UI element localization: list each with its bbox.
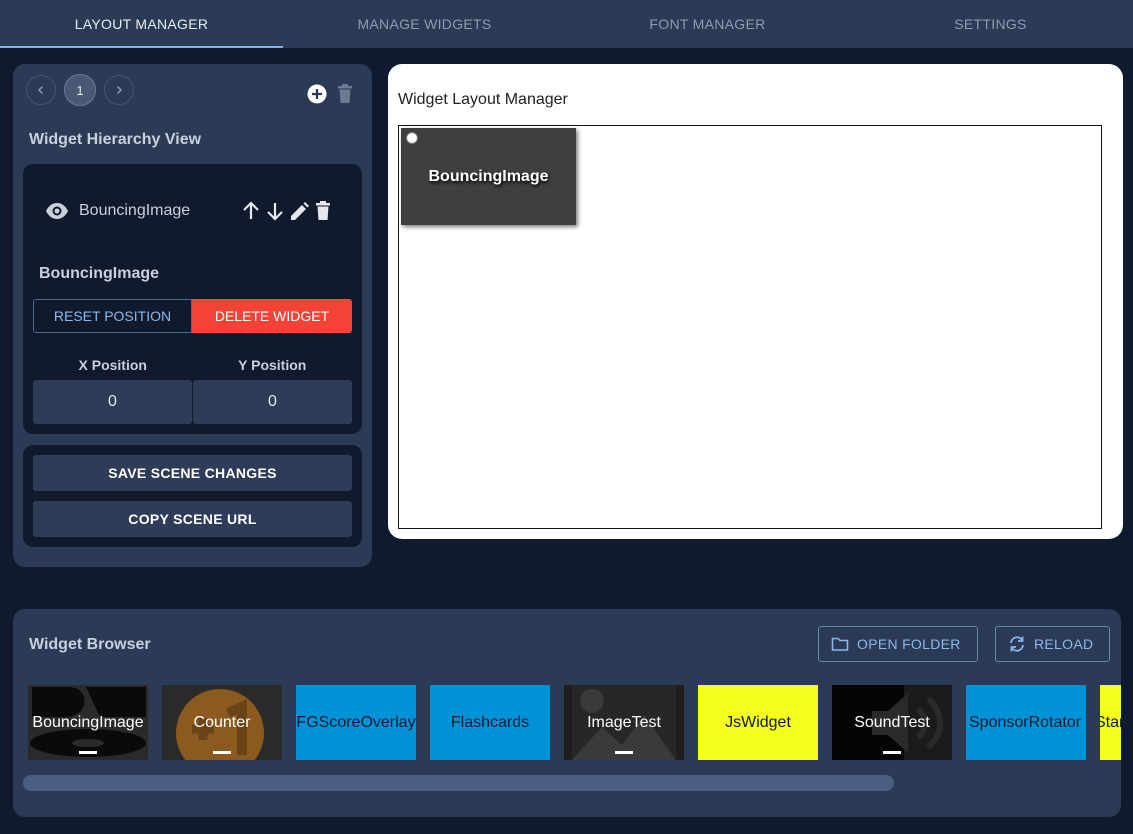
reload-label: RELOAD: [1034, 636, 1094, 652]
y-position-input[interactable]: 0: [193, 380, 352, 424]
widget-tiles: BouncingImage Counter FGScoreOverlay Fla…: [28, 685, 1121, 760]
next-page-button[interactable]: [104, 75, 134, 105]
item-actions: [241, 200, 333, 222]
browser-title: Widget Browser: [29, 636, 151, 653]
reload-icon: [1010, 636, 1024, 652]
reload-button[interactable]: RELOAD: [995, 626, 1110, 662]
arrow-down-icon[interactable]: [265, 200, 285, 222]
x-position-label: X Position: [78, 357, 147, 373]
widget-tile-sponsorrotator[interactable]: SponsorRotator: [966, 685, 1086, 760]
widget-tile-label: Standings: [1100, 713, 1121, 731]
widget-tile-label: FGScoreOverlay: [296, 713, 416, 731]
tab-bar: LAYOUT MANAGER MANAGE WIDGETS FONT MANAG…: [0, 0, 1133, 48]
hierarchy-title: Widget Hierarchy View: [29, 131, 202, 148]
tab-font-manager[interactable]: FONT MANAGER: [566, 0, 849, 48]
drag-handle[interactable]: [406, 132, 418, 144]
tab-settings[interactable]: SETTINGS: [849, 0, 1132, 48]
tile-indicator: [213, 751, 231, 754]
position-inputs: 0 0: [33, 380, 352, 424]
eye-icon[interactable]: [45, 201, 69, 221]
hierarchy-item-label: BouncingImage: [79, 202, 191, 219]
selected-widget-name: BouncingImage: [39, 265, 160, 282]
hierarchy-panel: 1 Widget Hierarchy View BouncingImage Bo…: [13, 64, 372, 567]
hierarchy-item: BouncingImage: [45, 200, 345, 222]
x-position-input[interactable]: 0: [33, 380, 192, 424]
layout-canvas[interactable]: BouncingImage: [398, 125, 1102, 529]
reset-position-button[interactable]: RESET POSITION: [33, 299, 192, 333]
delete-widget-button[interactable]: DELETE WIDGET: [192, 299, 352, 333]
page-number[interactable]: 1: [64, 74, 96, 106]
scene-pager: 1: [26, 74, 134, 106]
delete-scene-icon[interactable]: [336, 84, 354, 104]
y-position-label: Y Position: [238, 357, 307, 373]
scene-actions-card: SAVE SCENE CHANGES COPY SCENE URL: [23, 445, 362, 547]
widget-tile-label: SoundTest: [854, 713, 930, 731]
trash-icon[interactable]: [313, 200, 333, 222]
open-folder-label: OPEN FOLDER: [857, 636, 961, 652]
widget-tile-soundtest[interactable]: SoundTest: [832, 685, 952, 760]
horizontal-scrollbar[interactable]: [23, 775, 894, 791]
widget-tile-jswidget[interactable]: JsWidget: [698, 685, 818, 760]
layout-title: Widget Layout Manager: [398, 91, 568, 108]
widget-tile-bouncingimage[interactable]: BouncingImage: [28, 685, 148, 760]
layout-manager-panel: Widget Layout Manager BouncingImage: [388, 64, 1123, 539]
chevron-left-icon: [37, 85, 44, 95]
widget-tile-label: Counter: [193, 713, 251, 731]
tab-manage-widgets[interactable]: MANAGE WIDGETS: [283, 0, 566, 48]
position-labels: X Position Y Position: [33, 357, 352, 373]
widget-item-card: BouncingImage BouncingImage RESET POSITI…: [23, 164, 362, 434]
layout-widget[interactable]: BouncingImage: [401, 128, 576, 225]
layout-widget-label: BouncingImage: [428, 167, 549, 185]
widget-tile-fgscoreoverlay[interactable]: FGScoreOverlay: [296, 685, 416, 760]
tile-indicator: [615, 751, 633, 754]
widget-tile-counter[interactable]: Counter: [162, 685, 282, 760]
widget-browser: Widget Browser OPEN FOLDER RELOAD Bounci…: [13, 609, 1121, 817]
tab-layout-manager[interactable]: LAYOUT MANAGER: [0, 0, 283, 48]
save-scene-button[interactable]: SAVE SCENE CHANGES: [33, 455, 352, 491]
tile-indicator: [79, 751, 97, 754]
add-scene-icon[interactable]: [307, 84, 327, 104]
copy-scene-url-button[interactable]: COPY SCENE URL: [33, 501, 352, 537]
widget-tile-label: JsWidget: [725, 713, 791, 731]
widget-tile-imagetest[interactable]: ImageTest: [564, 685, 684, 760]
prev-page-button[interactable]: [26, 75, 56, 105]
widget-tile-label: BouncingImage: [32, 713, 144, 731]
arrow-up-icon[interactable]: [241, 200, 261, 222]
widget-action-buttons: RESET POSITION DELETE WIDGET: [33, 299, 352, 333]
open-folder-button[interactable]: OPEN FOLDER: [818, 626, 978, 662]
widget-tile-label: Flashcards: [450, 713, 530, 731]
pencil-icon[interactable]: [289, 200, 309, 222]
chevron-right-icon: [116, 85, 123, 95]
tile-indicator: [883, 751, 901, 754]
widget-tile-standings[interactable]: Standings: [1100, 685, 1121, 760]
widget-tile-label: ImageTest: [587, 713, 661, 731]
folder-icon: [831, 637, 849, 651]
widget-tile-label: SponsorRotator: [969, 713, 1082, 731]
widget-tile-flashcards[interactable]: Flashcards: [430, 685, 550, 760]
